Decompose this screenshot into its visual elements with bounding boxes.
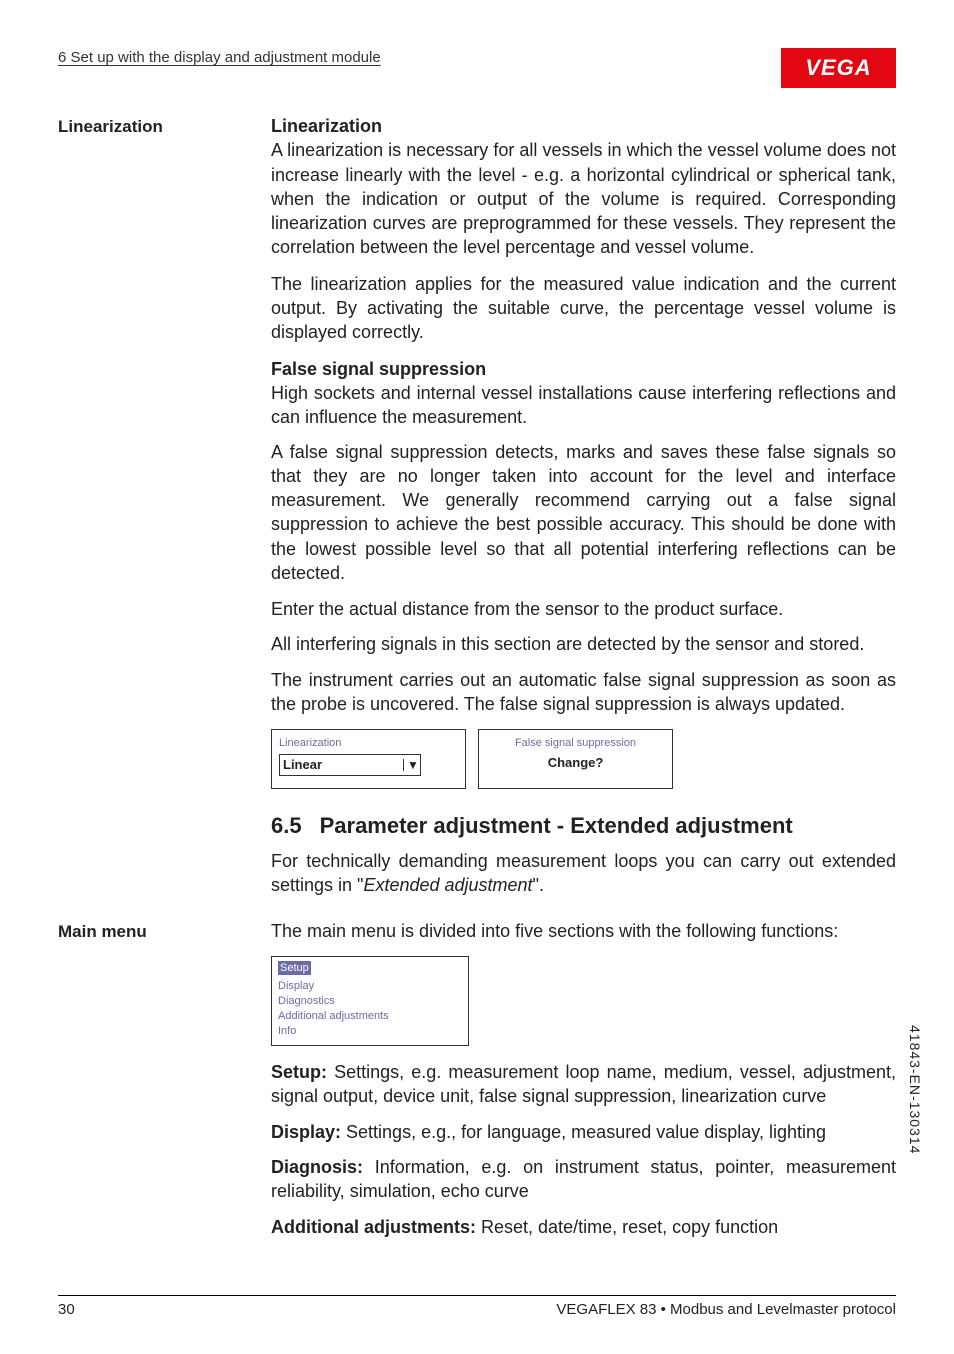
body-text: High sockets and internal vessel install… xyxy=(271,381,896,430)
lead-diagnosis: Diagnosis: xyxy=(271,1157,363,1177)
footer-doc-title: VEGAFLEX 83 • Modbus and Levelmaster pro… xyxy=(556,1300,896,1320)
chevron-down-icon: ▼ xyxy=(403,759,417,771)
menu-item-additional[interactable]: Additional adjustments xyxy=(278,1009,462,1024)
text-italic: Extended adjustment xyxy=(363,875,532,895)
body-text: The linearization applies for the measur… xyxy=(271,272,896,345)
body-text: Additional adjustments: Reset, date/time… xyxy=(271,1215,896,1239)
menu-item-diagnostics[interactable]: Diagnostics xyxy=(278,994,462,1009)
body-text: Enter the actual distance from the senso… xyxy=(271,597,896,621)
linearization-select[interactable]: Linear ▼ xyxy=(279,754,421,776)
lead-display: Display: xyxy=(271,1122,341,1142)
running-head: 6 Set up with the display and adjustment… xyxy=(58,48,381,68)
text-run: Reset, date/time, reset, copy function xyxy=(476,1217,778,1237)
heading-false-signal: False signal suppression xyxy=(271,357,896,381)
body-text: Diagnosis: Information, e.g. on instrume… xyxy=(271,1155,896,1204)
logo-text: VEGA xyxy=(805,53,871,83)
text-run: Settings, e.g., for language, measured v… xyxy=(341,1122,826,1142)
menu-item-info[interactable]: Info xyxy=(278,1024,462,1039)
body-text: A linearization is necessary for all ves… xyxy=(271,138,896,259)
text-run: Settings, e.g. measurement loop name, me… xyxy=(271,1062,896,1106)
lead-additional: Additional adjustments: xyxy=(271,1217,476,1237)
select-value: Linear xyxy=(283,756,322,774)
menu-item-display[interactable]: Display xyxy=(278,979,462,994)
body-text: For technically demanding measurement lo… xyxy=(271,849,896,898)
body-text: A false signal suppression detects, mark… xyxy=(271,440,896,586)
body-text: All interfering signals in this section … xyxy=(271,632,896,656)
ui-panel-title: False signal suppression xyxy=(486,736,665,751)
body-text: Display: Settings, e.g., for language, m… xyxy=(271,1120,896,1144)
ui-panel-title: Linearization xyxy=(279,736,458,751)
heading-linearization: Linearization xyxy=(271,114,896,138)
side-label-linearization: Linearization xyxy=(58,114,253,909)
change-prompt[interactable]: Change? xyxy=(486,754,665,772)
text-run: Information, e.g. on instrument status, … xyxy=(271,1157,896,1201)
ui-panel-linearization: Linearization Linear ▼ xyxy=(271,729,466,789)
body-text: The instrument carries out an automatic … xyxy=(271,668,896,717)
heading-number: 6.5 xyxy=(271,813,302,838)
body-text: The main menu is divided into five secti… xyxy=(271,919,896,943)
body-text: Setup: Settings, e.g. measurement loop n… xyxy=(271,1060,896,1109)
heading-title: Parameter adjustment - Extended adjustme… xyxy=(320,813,793,838)
vega-logo: VEGA xyxy=(781,48,896,88)
ui-panel-main-menu: Setup Display Diagnostics Additional adj… xyxy=(271,956,469,1046)
heading-6-5: 6.5 Parameter adjustment - Extended adjus… xyxy=(271,811,896,841)
page-number: 30 xyxy=(58,1300,75,1320)
menu-item-setup[interactable]: Setup xyxy=(278,961,311,976)
text-run: ". xyxy=(533,875,544,895)
lead-setup: Setup: xyxy=(271,1062,327,1082)
document-code: 41843-EN-130314 xyxy=(905,1025,924,1154)
ui-panel-false-signal: False signal suppression Change? xyxy=(478,729,673,789)
side-label-main-menu: Main menu xyxy=(58,919,253,1251)
